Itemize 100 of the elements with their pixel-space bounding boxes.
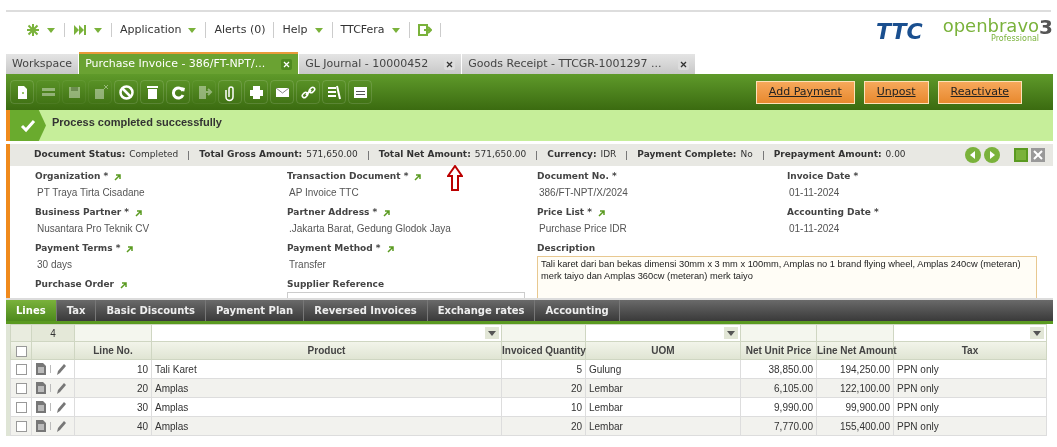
subtab[interactable]: Reversed Invoices xyxy=(304,300,428,321)
status-label: Total Gross Amount: xyxy=(199,148,303,162)
table-cell: Tali Karet xyxy=(151,359,502,379)
dropdown-caret-icon[interactable] xyxy=(313,26,324,34)
field-value: Nusantara Pro Teknik CV xyxy=(36,222,151,236)
row-checkbox[interactable] xyxy=(15,364,27,376)
print-icon[interactable] xyxy=(244,80,268,104)
document-icon[interactable] xyxy=(36,401,46,413)
attachment-icon[interactable] xyxy=(218,80,242,104)
field-label: Organization * xyxy=(35,170,109,184)
edition-label: Professional xyxy=(991,35,1040,43)
status-value: Completed xyxy=(129,148,179,162)
table-cell: Lembar xyxy=(585,378,741,398)
product-logo: openbravo xyxy=(942,17,1040,35)
layout-icon[interactable] xyxy=(348,80,372,104)
table-cell: PPN only xyxy=(893,378,1047,398)
fast-forward-icon[interactable] xyxy=(73,23,87,37)
column-header[interactable]: Net Unit Price xyxy=(740,341,817,360)
dropdown-caret-icon[interactable] xyxy=(724,327,738,339)
dropdown-caret-icon[interactable] xyxy=(46,26,56,34)
subtab[interactable]: Accounting xyxy=(535,300,620,321)
status-label: Total Net Amount: xyxy=(378,148,471,162)
field-value: Purchase Price IDR xyxy=(538,222,628,236)
menu-item[interactable]: Alerts (0) xyxy=(214,21,266,39)
email-icon[interactable] xyxy=(270,80,294,104)
action-button[interactable]: Add Payment xyxy=(755,80,855,104)
link-arrow-icon[interactable] xyxy=(413,173,422,181)
filter-field[interactable] xyxy=(740,324,817,342)
column-header[interactable]: Line No. xyxy=(74,341,152,360)
link-arrow-icon[interactable] xyxy=(382,209,391,217)
filter-field[interactable] xyxy=(816,324,894,342)
asterisk-icon[interactable] xyxy=(26,23,40,37)
field-value: 01-11-2024 xyxy=(788,186,841,200)
table-cell: 20 xyxy=(74,378,152,398)
close-tab-icon[interactable] xyxy=(281,58,293,70)
version-label: 3 xyxy=(1039,17,1053,37)
filter-field[interactable] xyxy=(501,324,586,342)
subtab[interactable]: Exchange rates xyxy=(427,300,536,321)
menu-item[interactable]: Help xyxy=(282,21,308,39)
next-record-icon[interactable] xyxy=(984,147,1000,163)
status-value: 571,650.00 xyxy=(306,148,358,162)
link-arrow-icon[interactable] xyxy=(118,281,127,289)
select-all-checkbox[interactable] xyxy=(15,345,27,357)
table-cell: 6,105.00 xyxy=(740,378,817,398)
row-checkbox[interactable] xyxy=(15,421,27,433)
document-icon[interactable] xyxy=(36,363,46,375)
link-icon[interactable] xyxy=(296,80,320,104)
link-arrow-icon[interactable] xyxy=(134,209,143,217)
dropdown-caret-icon[interactable] xyxy=(93,26,103,34)
tab[interactable]: Goods Receipt - TTCGR-1001297 ... xyxy=(462,54,695,74)
success-check-icon xyxy=(10,110,46,141)
row-checkbox[interactable] xyxy=(15,402,27,414)
filter-field[interactable] xyxy=(585,324,741,342)
delete-icon[interactable] xyxy=(140,80,164,104)
table-cell: Lembar xyxy=(585,397,741,417)
table-cell: 20 xyxy=(501,378,586,398)
pencil-icon[interactable] xyxy=(55,381,67,395)
table-cell: Amplas xyxy=(151,378,502,398)
filter-field[interactable] xyxy=(151,324,502,342)
dropdown-caret-icon[interactable] xyxy=(485,327,499,339)
table-cell: 9,990.00 xyxy=(740,397,817,417)
pencil-icon[interactable] xyxy=(55,419,67,433)
tab[interactable]: GL Journal - 10000452 xyxy=(299,54,462,74)
action-button[interactable]: Reactivate xyxy=(937,80,1022,104)
link-arrow-icon[interactable] xyxy=(125,245,134,253)
column-header[interactable]: UOM xyxy=(585,341,741,360)
tools-icon[interactable] xyxy=(322,80,346,104)
row-checkbox[interactable] xyxy=(15,383,27,395)
document-icon[interactable] xyxy=(36,382,46,394)
close-tab-icon[interactable] xyxy=(677,58,689,70)
link-arrow-icon[interactable] xyxy=(597,209,605,217)
column-header[interactable]: Invoiced Quantity xyxy=(501,341,586,360)
action-button[interactable]: Unpost xyxy=(863,80,929,104)
dropdown-caret-icon[interactable] xyxy=(390,26,401,34)
dropdown-caret-icon[interactable] xyxy=(187,26,198,34)
refresh-icon[interactable] xyxy=(166,80,190,104)
previous-record-icon[interactable] xyxy=(965,147,981,163)
column-header[interactable]: Product xyxy=(151,341,502,360)
pencil-icon[interactable] xyxy=(55,400,67,414)
cancel-icon[interactable] xyxy=(114,80,138,104)
pencil-icon[interactable] xyxy=(55,362,67,376)
subtab[interactable]: Payment Plan xyxy=(206,300,305,321)
description-field[interactable]: Tali karet dari ban bekas dimensi 30mm x 3 mm x 100mm, Amplas no 1 brand flying wheel, Amplas 240cw (meteran) merk taiyo dan Amplas 360cw (meteran) merk taiyo xyxy=(537,256,1037,298)
table-cell: 99,900.00 xyxy=(816,397,894,417)
dropdown-caret-icon[interactable] xyxy=(1030,327,1044,339)
filter-field[interactable] xyxy=(893,324,1047,342)
new-document-icon[interactable] xyxy=(10,80,34,104)
status-label: Prepayment Amount: xyxy=(773,148,882,162)
link-arrow-icon[interactable] xyxy=(113,173,122,181)
link-arrow-icon[interactable] xyxy=(385,245,394,253)
close-icon[interactable] xyxy=(1031,148,1045,162)
document-icon[interactable] xyxy=(36,420,46,432)
menu-item[interactable]: TTCFera xyxy=(340,21,385,39)
menu-item[interactable]: Application xyxy=(120,21,182,39)
close-tab-icon[interactable] xyxy=(444,58,456,70)
tab[interactable]: Workspace xyxy=(6,54,79,74)
filter-field[interactable] xyxy=(74,324,152,342)
subtab[interactable]: Tax xyxy=(56,300,97,321)
logout-icon[interactable] xyxy=(417,23,432,37)
subtab[interactable]: Basic Discounts xyxy=(96,300,206,321)
